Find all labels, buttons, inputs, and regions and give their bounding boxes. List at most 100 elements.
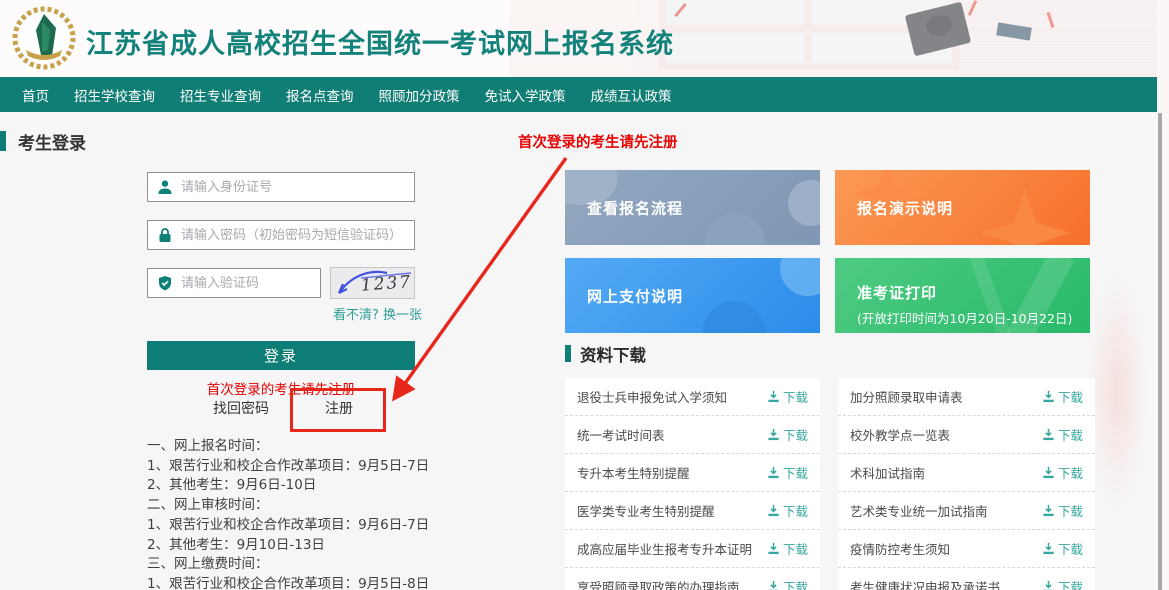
password-field[interactable] [147,220,415,250]
download-icon [1042,504,1055,517]
password-input[interactable] [181,228,414,243]
user-icon [157,179,173,195]
download-row: 校外教学点一览表 下载 [838,416,1095,454]
nav-item[interactable]: 首页 [22,85,49,105]
promo-payment-guide[interactable]: 网上支付说明 [565,258,820,333]
download-link[interactable]: 下载 [1042,577,1083,590]
download-row: 统一考试时间表 下载 [565,416,820,454]
schedule-line: 1、艰苦行业和校企合作改革项目：9月5日-8日 [147,575,429,590]
nav-item[interactable]: 招生专业查询 [180,85,261,105]
site-logo-icon [12,6,76,70]
download-label: 下载 [783,577,808,590]
download-label: 下载 [783,501,808,520]
download-label: 下载 [1058,463,1083,482]
nav-item[interactable]: 照顾加分政策 [379,85,460,105]
page: 江苏省成人高校招生全国统一考试网上报名系统 首页 招生学校查询 招生专业查询 报名点查… [0,0,1169,590]
schedule-line: 2、其他考生：9月10日-13日 [147,536,429,556]
captcha-field[interactable] [147,268,321,298]
register-highlight-box [290,388,386,432]
promo-sublabel: (开放打印时间为10月20日-10月22日) [857,308,1072,327]
download-icon [1042,466,1055,479]
captcha-input[interactable] [181,276,351,291]
login-section-title: 考生登录 [18,129,86,154]
download-link[interactable]: 下载 [1042,539,1083,558]
download-row: 医学类专业考生特别提醒 下载 [565,492,820,530]
nav-item[interactable]: 报名点查询 [286,85,354,105]
download-row: 艺术类专业统一加试指南 下载 [838,492,1095,530]
download-row: 术科加试指南 下载 [838,454,1095,492]
nav-item[interactable]: 招生学校查询 [74,85,155,105]
download-label: 下载 [783,463,808,482]
promo-label: 报名演示说明 [857,197,953,218]
download-icon [1042,542,1055,555]
captcha-image[interactable]: 1237 [330,267,415,299]
download-link[interactable]: 下载 [767,539,808,558]
schedule-text: 一、网上报名时间：1、艰苦行业和校企合作改革项目：9月5日-7日2、其他考生：9… [147,437,429,590]
download-label: 下载 [1058,539,1083,558]
shield-check-icon [157,275,173,291]
download-file-name: 享受照顾录取政策的办理指南 [577,577,740,590]
download-row: 加分照顾录取申请表 下载 [838,378,1095,416]
download-file-name: 医学类专业考生特别提醒 [577,501,715,520]
download-label: 下载 [783,539,808,558]
download-label: 下载 [1058,501,1083,520]
promo-demo-guide[interactable]: 报名演示说明 [835,170,1090,245]
forgot-password-link[interactable]: 找回密码 [213,398,269,418]
download-file-name: 成高应届毕业生报考专升本证明 [577,539,752,558]
id-number-input[interactable] [181,180,414,195]
download-row: 享受照顾录取政策的办理指南 下载 [565,568,820,590]
download-file-name: 统一考试时间表 [577,425,665,444]
download-row: 考生健康状况申报及承诺书 下载 [838,568,1095,590]
download-link[interactable]: 下载 [1042,425,1083,444]
download-row: 成高应届毕业生报考专升本证明 下载 [565,530,820,568]
download-link[interactable]: 下载 [767,501,808,520]
download-icon [1042,580,1055,590]
site-title: 江苏省成人高校招生全国统一考试网上报名系统 [86,22,674,61]
download-icon [767,580,780,590]
download-link[interactable]: 下载 [767,577,808,590]
schedule-line: 二、网上审核时间： [147,496,429,516]
download-icon [767,504,780,517]
download-label: 下载 [783,387,808,406]
login-button[interactable]: 登录 [147,341,415,370]
download-link[interactable]: 下载 [767,463,808,482]
downloads-column-left: 退役士兵申报免试入学须知 下载 统一考试时间表 下载 专升本考生特别提醒 [565,378,820,590]
promo-label: 查看报名流程 [587,197,683,218]
main-nav: 首页 招生学校查询 招生专业查询 报名点查询 照顾加分政策 免试入学政策 成绩互认政策 [0,77,1157,112]
download-label: 下载 [1058,425,1083,444]
download-row: 退役士兵申报免试入学须知 下载 [565,378,820,416]
captcha-refresh-link[interactable]: 看不清? 换一张 [333,304,415,323]
lock-icon [157,227,173,243]
download-label: 下载 [1058,577,1083,590]
download-row: 专升本考生特别提醒 下载 [565,454,820,492]
scrollbar[interactable] [1157,0,1169,590]
header: 江苏省成人高校招生全国统一考试网上报名系统 [0,0,1169,77]
download-file-name: 退役士兵申报免试入学须知 [577,387,727,406]
promo-view-process[interactable]: 查看报名流程 [565,170,820,245]
download-link[interactable]: 下载 [1042,501,1083,520]
schedule-line: 2、其他考生：9月6日-10日 [147,476,429,496]
downloads-column-right: 加分照顾录取申请表 下载 校外教学点一览表 下载 术科加试指南 [838,378,1095,590]
promo-label: 网上支付说明 [587,285,683,306]
download-icon [767,542,780,555]
section-accent-bar [565,345,571,362]
download-icon [767,390,780,403]
download-icon [1042,428,1055,441]
download-link[interactable]: 下载 [767,425,808,444]
download-label: 下载 [783,425,808,444]
download-file-name: 艺术类专业统一加试指南 [850,501,988,520]
download-link[interactable]: 下载 [1042,463,1083,482]
download-row: 疫情防控考生须知 下载 [838,530,1095,568]
nav-item[interactable]: 免试入学政策 [485,85,566,105]
download-file-name: 考生健康状况申报及承诺书 [850,577,1000,590]
section-accent-bar [0,131,6,151]
schedule-line: 三、网上缴费时间： [147,555,429,575]
scrollbar-thumb[interactable] [1158,113,1162,590]
nav-item[interactable]: 成绩互认政策 [591,85,672,105]
download-link[interactable]: 下载 [1042,387,1083,406]
id-number-field[interactable] [147,172,415,202]
download-file-name: 术科加试指南 [850,463,925,482]
download-link[interactable]: 下载 [767,387,808,406]
downloads-section-title: 资料下载 [580,342,646,366]
promo-admission-ticket[interactable]: 准考证打印 (开放打印时间为10月20日-10月22日) [835,258,1090,333]
